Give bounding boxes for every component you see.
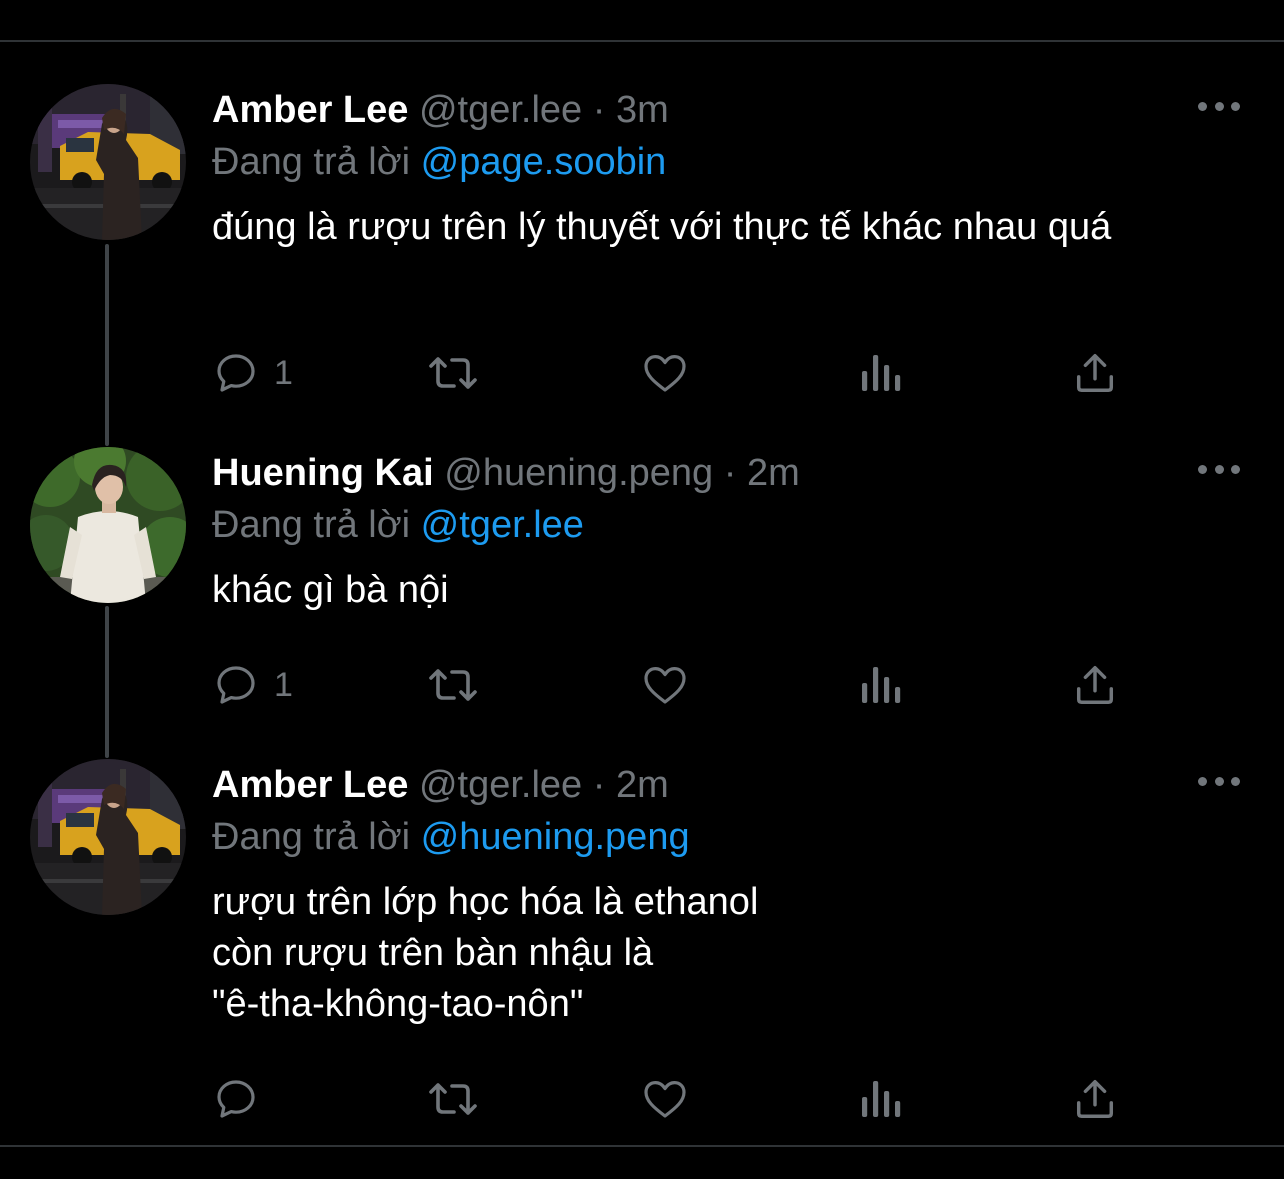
avatar[interactable] [30,759,186,915]
tweet-header: Huening Kai @huening.peng · 2m [212,447,1202,499]
more-options-button[interactable] [1198,94,1240,118]
thread-connector-line [105,606,109,758]
views-icon [862,355,901,391]
display-name[interactable]: Huening Kai [212,452,434,494]
reply-icon [217,666,255,704]
tweet-header: Amber Lee @tger.lee · 3m [212,84,1202,136]
display-name[interactable]: Amber Lee [212,89,408,131]
share-button[interactable] [1072,1074,1118,1124]
reply-prefix: Đang trả lời [212,141,411,183]
user-handle[interactable]: @tger.lee [419,764,582,806]
reply-mention-link[interactable]: @page.soobin [421,141,667,183]
more-dot [1214,101,1224,111]
timestamp[interactable]: 2m [616,764,669,806]
separator-dot: · [723,452,737,494]
tweet-text: đúng là rượu trên lý thuyết với thực tế … [212,206,1112,248]
avatar[interactable] [30,84,186,240]
like-icon [644,667,686,704]
separator-dot: · [592,89,606,131]
more-dot [1231,101,1240,111]
views-icon [862,1081,901,1117]
retweet-icon [429,669,477,701]
avatar-image [30,759,186,915]
share-button[interactable] [1072,348,1118,398]
timestamp[interactable]: 3m [616,89,669,131]
reply-count: 1 [274,665,293,704]
tweet-actions: 1 [212,348,1132,398]
tweet-content: Amber Lee @tger.lee · 2m Đang trả lời @h… [212,759,1202,1030]
reply-button[interactable]: 1 [212,660,293,710]
reply-icon [217,1080,255,1118]
tweet-actions: 1 [212,660,1132,710]
bottom-divider [0,1145,1284,1147]
reply-icon [217,354,255,392]
retweet-button[interactable] [426,660,480,710]
reply-button[interactable]: 1 [212,348,293,398]
more-dot [1214,464,1224,474]
more-options-button[interactable] [1198,769,1240,793]
reply-context: Đang trả lời @huening.peng [212,811,1202,863]
timestamp[interactable]: 2m [747,452,800,494]
share-icon [1076,1080,1114,1118]
reply-prefix: Đang trả lời [212,816,411,858]
like-button[interactable] [640,348,690,398]
avatar-image [30,84,186,240]
share-icon [1076,354,1114,392]
like-icon [644,355,686,392]
more-dot [1198,776,1207,786]
tweet-text: rượu trên lớp học hóa là ethanol còn rượ… [212,881,759,1025]
share-icon [1076,666,1114,704]
retweet-button[interactable] [426,1074,480,1124]
top-divider [0,40,1284,42]
avatar-image [30,447,186,603]
like-button[interactable] [640,1074,690,1124]
reply-context: Đang trả lời @page.soobin [212,136,1202,188]
reply-mention-link[interactable]: @huening.peng [421,816,690,858]
separator-dot: · [592,764,606,806]
views-button[interactable] [858,660,902,710]
views-button[interactable] [858,348,902,398]
thread-connector-line [105,244,109,446]
tweet-actions [212,1074,1132,1124]
share-button[interactable] [1072,660,1118,710]
more-dot [1214,776,1224,786]
reply-button[interactable] [212,1074,274,1124]
avatar[interactable] [30,447,186,603]
reply-prefix: Đang trả lời [212,504,411,546]
reply-mention-link[interactable]: @tger.lee [421,504,584,546]
reply-count: 1 [274,353,293,392]
views-button[interactable] [858,1074,902,1124]
more-dot [1198,464,1207,474]
more-options-button[interactable] [1198,457,1240,481]
tweet-header: Amber Lee @tger.lee · 2m [212,759,1202,811]
retweet-icon [429,357,477,389]
user-handle[interactable]: @huening.peng [444,452,713,494]
tweet-content: Huening Kai @huening.peng · 2m Đang trả … [212,447,1202,616]
display-name[interactable]: Amber Lee [212,764,408,806]
retweet-button[interactable] [426,348,480,398]
like-icon [644,1081,686,1118]
tweet-text: khác gì bà nội [212,569,449,611]
views-icon [862,667,901,703]
like-button[interactable] [640,660,690,710]
more-dot [1231,776,1240,786]
user-handle[interactable]: @tger.lee [419,89,582,131]
reply-context: Đang trả lời @tger.lee [212,499,1202,551]
tweet-content: Amber Lee @tger.lee · 3m Đang trả lời @p… [212,84,1202,253]
retweet-icon [429,1083,477,1115]
more-dot [1198,101,1207,111]
more-dot [1231,464,1240,474]
